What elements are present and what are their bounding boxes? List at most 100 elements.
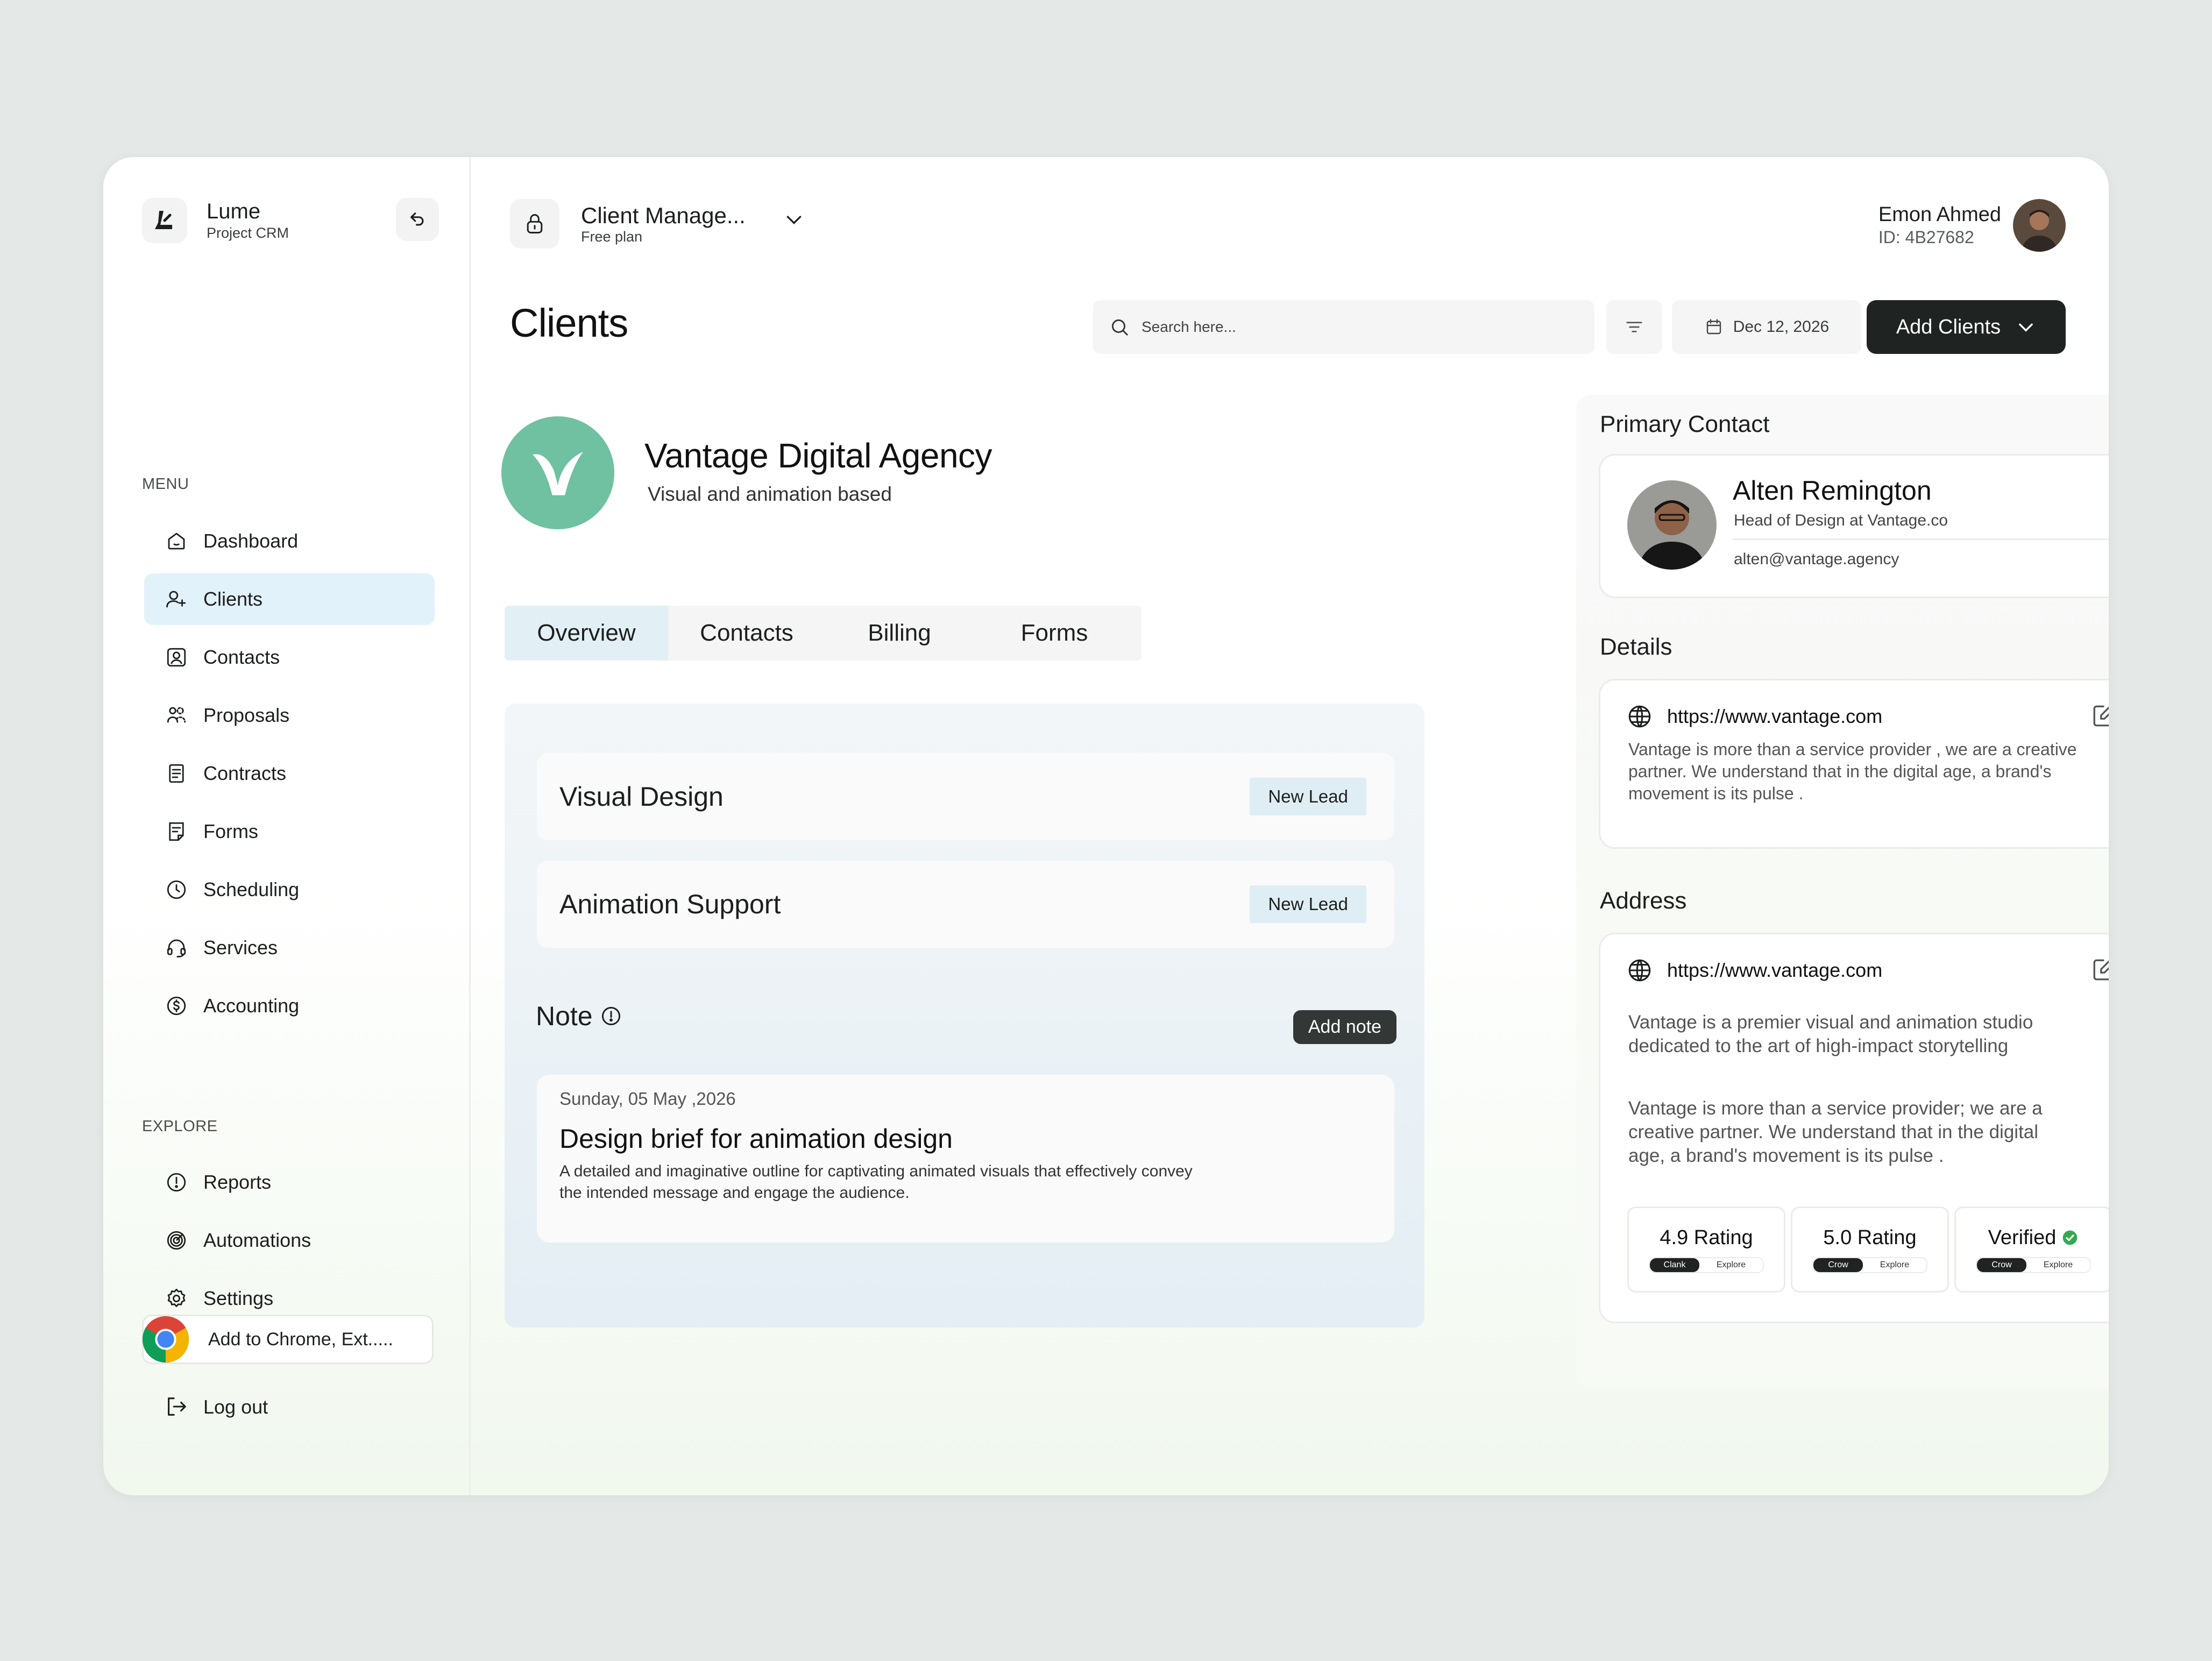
tab-overview[interactable]: Overview xyxy=(505,606,668,661)
add-note-button[interactable]: Add note xyxy=(1293,1010,1396,1044)
contact-name: Alten Remington xyxy=(1733,475,1932,506)
client-tabs: Overview Contacts Billing Forms xyxy=(505,606,1142,661)
user-profile[interactable]: Emon Ahmed ID: 4B27682 xyxy=(1878,199,2066,252)
details-url: https://www.vantage.com xyxy=(1667,705,1883,727)
add-clients-button[interactable]: Add Clients xyxy=(1867,300,2066,354)
filter-button[interactable] xyxy=(1606,300,1662,354)
sidebar-item-label: Contracts xyxy=(203,762,287,784)
sidebar-item-label: Contacts xyxy=(203,646,280,668)
main-content: Client Manage... Free plan Emon Ahmed ID… xyxy=(469,157,2109,1495)
client-description: Visual and animation based xyxy=(648,483,892,505)
client-info-panel: Primary Contact Alten Remington Head of … xyxy=(1576,395,2109,1389)
search-box[interactable] xyxy=(1093,300,1594,354)
rating-chip: Crow xyxy=(1813,1258,1863,1272)
edit-icon[interactable] xyxy=(2091,956,2109,983)
sidebar-item-proposals[interactable]: Proposals xyxy=(144,690,435,741)
menu-section-label: MENU xyxy=(142,475,189,493)
tab-contacts[interactable]: Contacts xyxy=(668,606,825,661)
tab-billing[interactable]: Billing xyxy=(825,606,974,661)
note-card[interactable]: Sunday, 05 May ,2026 Design brief for an… xyxy=(537,1075,1394,1243)
lume-logo-icon xyxy=(142,198,187,243)
headset-icon xyxy=(164,935,189,961)
rating-chips: Crow Explore xyxy=(1812,1257,1927,1273)
sidebar-item-forms[interactable]: Forms xyxy=(144,806,435,857)
user-name: Emon Ahmed xyxy=(1878,203,2001,226)
contact-email[interactable]: alten@vantage.agency xyxy=(1734,550,1899,569)
filter-icon xyxy=(1626,322,1642,332)
explore-link[interactable]: Explore xyxy=(2026,1258,2090,1272)
sidebar-item-accounting[interactable]: Accounting xyxy=(144,980,435,1032)
rating-card[interactable]: 5.0 Rating Crow Explore xyxy=(1791,1206,1949,1293)
sidebar-item-label: Settings xyxy=(203,1287,274,1309)
sidebar-item-clients[interactable]: Clients xyxy=(144,573,435,625)
sidebar-item-contracts[interactable]: Contracts xyxy=(144,748,435,799)
workspace-plan: Free plan xyxy=(581,228,643,245)
lead-title: Animation Support xyxy=(559,889,781,919)
address-heading: Address xyxy=(1600,888,1687,914)
dollar-icon xyxy=(164,993,189,1019)
home-icon xyxy=(164,528,189,554)
logout-button[interactable]: Log out xyxy=(164,1394,268,1420)
details-heading: Details xyxy=(1600,634,1672,660)
undo-button[interactable] xyxy=(396,198,439,241)
sidebar-item-reports[interactable]: Reports xyxy=(144,1156,435,1208)
client-name: Vantage Digital Agency xyxy=(644,436,992,475)
search-input[interactable] xyxy=(1140,318,1562,336)
add-clients-label: Add Clients xyxy=(1896,315,2001,338)
workspace-name: Client Manage... xyxy=(581,202,746,228)
sidebar-item-label: Forms xyxy=(203,820,258,842)
rating-chips: Clank Explore xyxy=(1649,1257,1764,1273)
chevron-down-icon xyxy=(2019,323,2033,332)
main-nav: Dashboard Clients Contacts Proposals Con… xyxy=(144,515,435,1038)
target-icon xyxy=(164,1227,189,1253)
verified-check-icon xyxy=(2063,1230,2078,1245)
sidebar: Lume Project CRM MENU Dashboard Clients … xyxy=(103,157,471,1495)
details-url-row[interactable]: https://www.vantage.com xyxy=(1626,703,1882,730)
brand[interactable]: Lume Project CRM xyxy=(142,198,289,243)
primary-contact-card[interactable]: Alten Remington Head of Design at Vantag… xyxy=(1599,454,2109,598)
client-logo-icon xyxy=(501,416,614,529)
list-item[interactable]: Visual Design New Lead xyxy=(537,753,1394,840)
explore-link[interactable]: Explore xyxy=(1863,1258,1926,1272)
workspace-switcher[interactable]: Client Manage... Free plan xyxy=(510,199,805,249)
sidebar-item-scheduling[interactable]: Scheduling xyxy=(144,864,435,915)
primary-contact-heading: Primary Contact xyxy=(1600,411,1770,437)
explore-link[interactable]: Explore xyxy=(1699,1258,1763,1272)
avatar xyxy=(1627,480,1717,570)
note-date: Sunday, 05 May ,2026 xyxy=(559,1089,736,1109)
date-label: Dec 12, 2026 xyxy=(1733,318,1830,336)
sidebar-item-dashboard[interactable]: Dashboard xyxy=(144,515,435,567)
chevron-down-icon xyxy=(786,216,802,225)
add-to-chrome-label: Add to Chrome, Ext..... xyxy=(208,1329,393,1350)
logout-icon xyxy=(164,1394,189,1420)
rating-card[interactable]: 4.9 Rating Clank Explore xyxy=(1627,1206,1785,1293)
alert-icon xyxy=(164,1169,189,1195)
address-url-row[interactable]: https://www.vantage.com xyxy=(1626,957,1882,984)
avatar xyxy=(2013,199,2066,252)
explore-nav: Reports Automations Settings xyxy=(144,1156,435,1331)
page-title: Clients xyxy=(510,301,628,345)
address-url: https://www.vantage.com xyxy=(1667,959,1883,981)
ratings-row: 4.9 Rating Clank Explore 5.0 Rating Crow… xyxy=(1627,1206,2109,1293)
calendar-icon xyxy=(1706,319,1721,335)
add-to-chrome-button[interactable]: Add to Chrome, Ext..... xyxy=(142,1315,434,1364)
edit-icon[interactable] xyxy=(2091,702,2109,729)
note-body: A detailed and imaginative outline for c… xyxy=(559,1162,1193,1202)
status-badge: New Lead xyxy=(1250,885,1366,923)
globe-icon xyxy=(1628,705,1651,728)
sidebar-item-automations[interactable]: Automations xyxy=(144,1215,435,1266)
tab-forms[interactable]: Forms xyxy=(974,606,1135,661)
divider xyxy=(1733,538,2109,540)
list-item[interactable]: Animation Support New Lead xyxy=(537,861,1394,948)
contact-icon xyxy=(164,644,189,670)
sidebar-item-contacts[interactable]: Contacts xyxy=(144,631,435,683)
sidebar-item-label: Clients xyxy=(203,588,263,610)
date-picker-button[interactable]: Dec 12, 2026 xyxy=(1672,300,1861,354)
globe-icon xyxy=(1628,959,1651,982)
brand-subtitle: Project CRM xyxy=(207,225,289,241)
explore-section-label: EXPLORE xyxy=(142,1118,218,1135)
sidebar-item-services[interactable]: Services xyxy=(144,922,435,974)
sidebar-item-label: Scheduling xyxy=(203,878,300,900)
clock-icon xyxy=(164,877,189,903)
rating-card[interactable]: Verified Crow Explore xyxy=(1954,1206,2109,1293)
